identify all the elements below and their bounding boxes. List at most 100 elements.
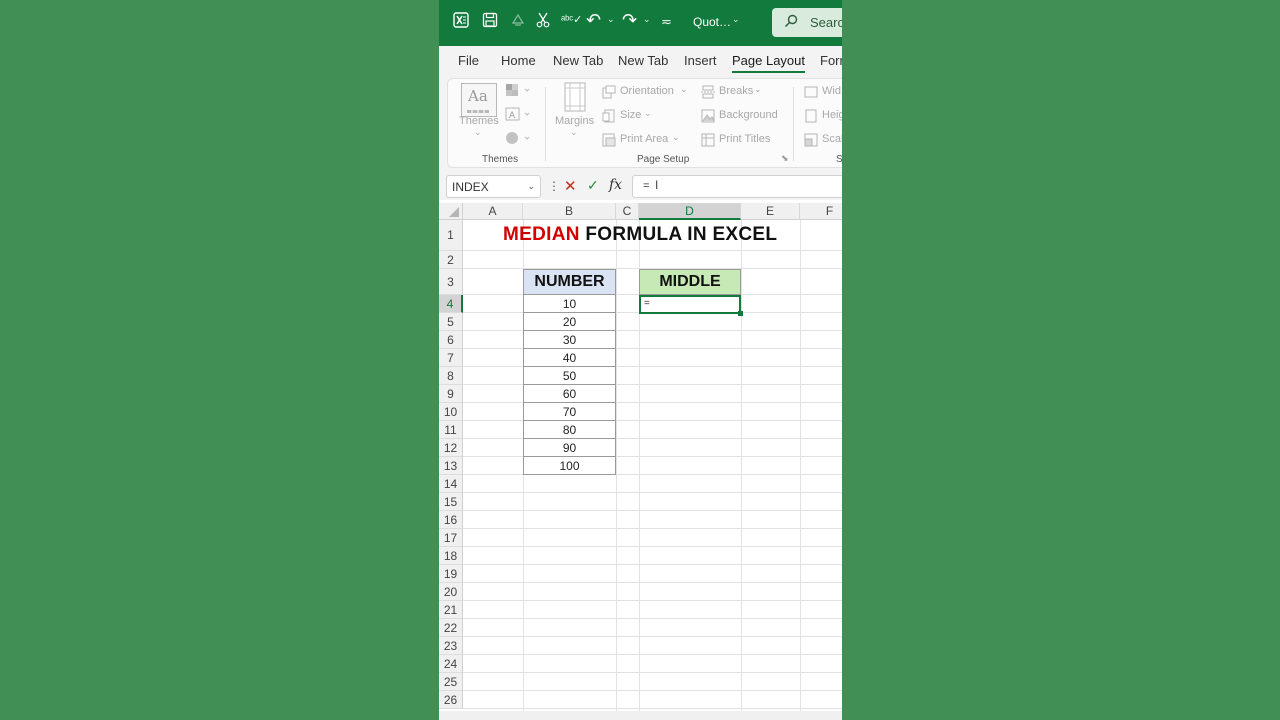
select-all-corner[interactable]: [439, 203, 463, 220]
themes-label[interactable]: Themes: [459, 115, 499, 127]
effects-icon[interactable]: [505, 131, 531, 148]
column-header-f[interactable]: F: [800, 203, 842, 220]
row-header-18[interactable]: 18: [439, 547, 463, 565]
number-cell[interactable]: 20: [523, 313, 616, 331]
number-cell[interactable]: 70: [523, 403, 616, 421]
print-area-label[interactable]: Print Area: [620, 133, 668, 145]
orientation-dropdown-icon[interactable]: ⌄: [680, 84, 688, 95]
row-header-24[interactable]: 24: [439, 655, 463, 673]
row-header-7[interactable]: 7: [439, 349, 463, 367]
row-header-4[interactable]: 4: [439, 295, 463, 313]
number-cell[interactable]: 30: [523, 331, 616, 349]
insert-function-icon[interactable]: fx: [609, 177, 622, 193]
save-icon[interactable]: [482, 12, 498, 34]
number-cell[interactable]: 100: [523, 457, 616, 475]
row-header-5[interactable]: 5: [439, 313, 463, 331]
print-area-dropdown-icon[interactable]: ⌄: [672, 132, 680, 143]
row-header-14[interactable]: 14: [439, 475, 463, 493]
row-header-9[interactable]: 9: [439, 385, 463, 403]
row-header-6[interactable]: 6: [439, 331, 463, 349]
width-icon[interactable]: [804, 85, 818, 102]
page-setup-launcher-icon[interactable]: ⬊: [781, 153, 789, 164]
name-box[interactable]: INDEX ⌄: [446, 175, 541, 198]
redo-dropdown-icon[interactable]: ⌄: [643, 14, 651, 25]
row-header-25[interactable]: 25: [439, 673, 463, 691]
fonts-icon[interactable]: A: [505, 107, 531, 124]
tab-new-tab-2[interactable]: New Tab: [618, 53, 668, 68]
breaks-label[interactable]: Breaks: [719, 85, 753, 97]
column-header-b[interactable]: B: [523, 203, 616, 220]
number-cell[interactable]: 40: [523, 349, 616, 367]
quick-access-name[interactable]: Quot…: [693, 15, 731, 29]
redo-icon[interactable]: ↷: [622, 10, 637, 30]
cut-icon[interactable]: [536, 12, 550, 34]
background-icon[interactable]: [701, 109, 715, 126]
row-header-20[interactable]: 20: [439, 583, 463, 601]
number-cell[interactable]: 80: [523, 421, 616, 439]
column-header-a[interactable]: A: [463, 203, 523, 220]
more-options-icon[interactable]: ⋮: [548, 179, 560, 193]
tab-new-tab-1[interactable]: New Tab: [553, 53, 603, 68]
enter-icon[interactable]: ✓: [587, 177, 599, 194]
orientation-icon[interactable]: [602, 85, 616, 102]
fill-handle[interactable]: [738, 311, 743, 316]
column-header-c[interactable]: C: [616, 203, 639, 220]
height-label[interactable]: Heig: [822, 109, 842, 121]
row-header-23[interactable]: 23: [439, 637, 463, 655]
column-header-e[interactable]: E: [741, 203, 800, 220]
size-label[interactable]: Size: [620, 109, 641, 121]
name-box-dropdown-icon[interactable]: ⌄: [527, 181, 535, 192]
row-header-22[interactable]: 22: [439, 619, 463, 637]
tab-file[interactable]: File: [458, 53, 479, 68]
width-label[interactable]: Wid: [822, 85, 841, 97]
breaks-dropdown-icon[interactable]: ⌄: [754, 84, 762, 95]
spelling-icon[interactable]: ᵃᵇᶜ✓: [561, 10, 582, 30]
search-box[interactable]: Search: [772, 8, 842, 37]
worksheet-grid[interactable]: A B C D E F 1 2 3 4 5 6 7 8 9 10 11 12 13 14 15 16 17 18 1…: [439, 200, 842, 720]
number-cell[interactable]: 90: [523, 439, 616, 457]
colors-icon[interactable]: [505, 83, 531, 100]
row-header-15[interactable]: 15: [439, 493, 463, 511]
tab-insert[interactable]: Insert: [684, 53, 717, 68]
row-header-26[interactable]: 26: [439, 691, 463, 709]
print-titles-icon[interactable]: [701, 133, 715, 150]
print-titles-label[interactable]: Print Titles: [719, 133, 770, 145]
number-cell[interactable]: 50: [523, 367, 616, 385]
middle-header-cell[interactable]: MIDDLE: [639, 269, 741, 295]
row-header-11[interactable]: 11: [439, 421, 463, 439]
margins-label[interactable]: Margins: [555, 115, 594, 127]
tab-formulas[interactable]: Form: [820, 53, 842, 68]
margins-icon[interactable]: [563, 81, 587, 116]
number-cell[interactable]: 60: [523, 385, 616, 403]
margins-dropdown-icon[interactable]: ⌄: [570, 127, 578, 138]
customize-toolbar-icon[interactable]: ≂: [661, 12, 672, 32]
cancel-icon[interactable]: ✕: [564, 177, 577, 195]
row-header-17[interactable]: 17: [439, 529, 463, 547]
row-header-13[interactable]: 13: [439, 457, 463, 475]
scale-label[interactable]: Scal: [822, 133, 842, 145]
quick-access-dropdown-icon[interactable]: ⌄: [732, 14, 740, 25]
size-icon[interactable]: [602, 109, 616, 126]
background-label[interactable]: Background: [719, 109, 778, 121]
themes-icon[interactable]: Aa: [461, 83, 497, 117]
row-header-16[interactable]: 16: [439, 511, 463, 529]
formula-input[interactable]: = I: [632, 175, 842, 198]
number-cell[interactable]: 10: [523, 295, 616, 313]
undo-dropdown-icon[interactable]: ⌄: [607, 14, 615, 25]
row-header-3[interactable]: 3: [439, 269, 463, 295]
row-header-2[interactable]: 2: [439, 251, 463, 269]
themes-dropdown-icon[interactable]: ⌄: [474, 127, 482, 138]
tab-page-layout[interactable]: Page Layout: [732, 53, 806, 73]
height-icon[interactable]: [804, 109, 818, 126]
column-header-d[interactable]: D: [639, 203, 741, 220]
size-dropdown-icon[interactable]: ⌄: [644, 108, 652, 119]
undo-icon[interactable]: ↶: [586, 10, 601, 30]
breaks-icon[interactable]: [701, 85, 715, 102]
row-header-19[interactable]: 19: [439, 565, 463, 583]
row-header-1[interactable]: 1: [439, 220, 463, 251]
autosave-icon[interactable]: [510, 12, 526, 34]
number-header-cell[interactable]: NUMBER: [523, 269, 616, 295]
sheet-title[interactable]: MEDIAN FORMULA IN EXCEL: [503, 224, 777, 246]
row-header-12[interactable]: 12: [439, 439, 463, 457]
row-header-8[interactable]: 8: [439, 367, 463, 385]
